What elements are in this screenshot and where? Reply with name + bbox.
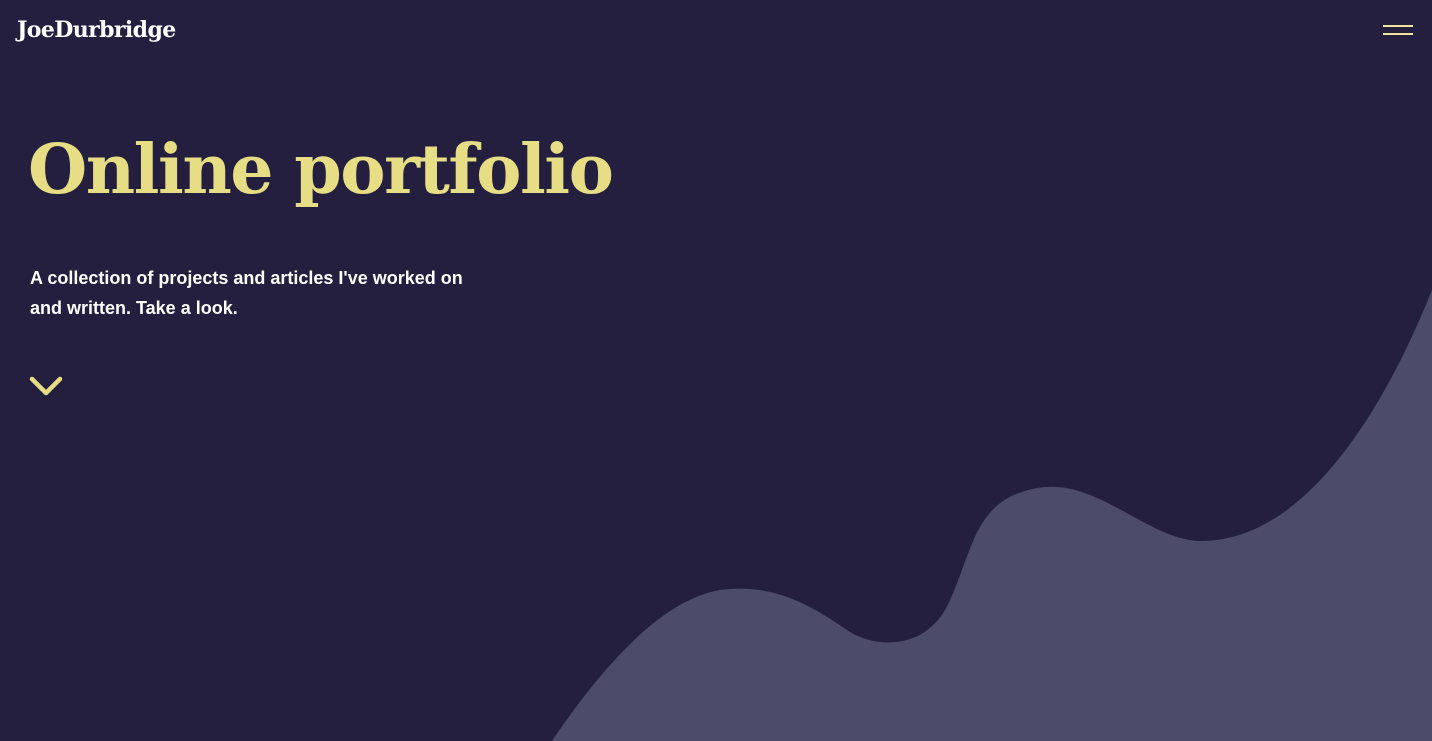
site-logo[interactable]: JoeDurbridge: [17, 14, 176, 46]
background-wave: [552, 290, 1432, 741]
scroll-down-button[interactable]: [27, 372, 65, 400]
hero-subtitle: A collection of projects and articles I'…: [30, 268, 463, 318]
chevron-down-icon: [29, 376, 63, 396]
hero-title: Online portfolio: [28, 130, 614, 210]
menu-button[interactable]: [1380, 21, 1416, 45]
